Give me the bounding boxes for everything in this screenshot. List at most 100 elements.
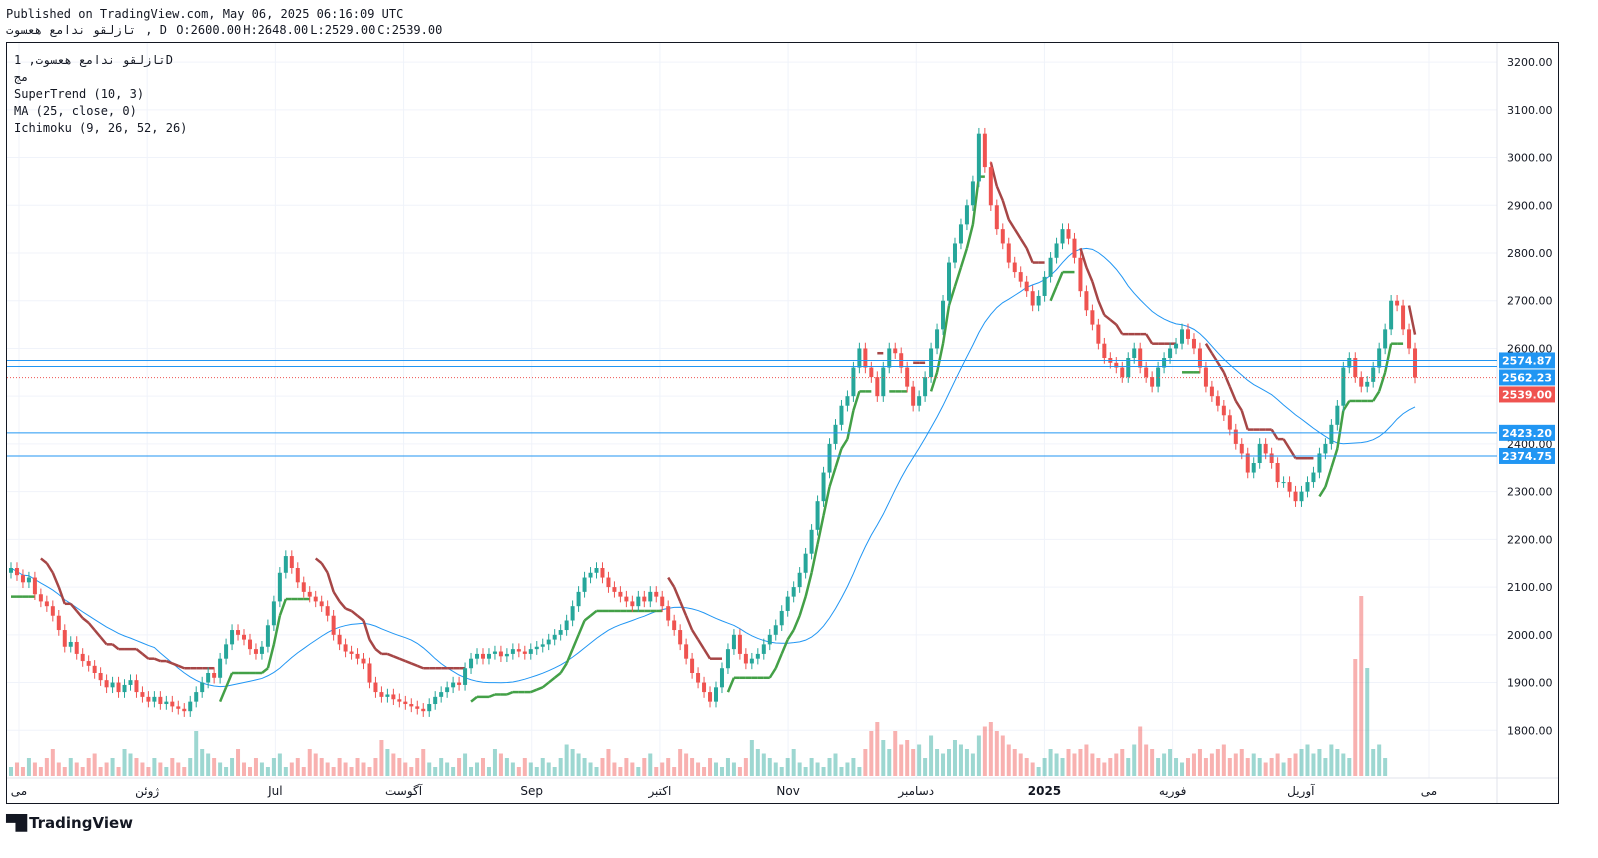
candle-body	[564, 620, 569, 631]
candle-body	[684, 644, 689, 659]
tradingview-logo[interactable]: ▀█ TradingView	[6, 814, 133, 832]
volume-bar	[1030, 762, 1035, 776]
volume-bar	[307, 749, 312, 776]
legend-indicator-supertrend[interactable]: SuperTrend (10, 3)	[14, 86, 187, 103]
candle-body	[259, 646, 264, 654]
volume-bar	[899, 744, 904, 776]
supertrend-segment	[1013, 228, 1022, 240]
volume-bar	[1323, 758, 1328, 776]
candle-body	[200, 682, 205, 693]
volume-bar	[845, 762, 850, 776]
y-tick-label: 3100.00	[1507, 104, 1553, 117]
supertrend-segment	[541, 681, 550, 689]
supertrend-segment	[774, 653, 783, 669]
candle-body	[98, 673, 103, 681]
volume-bar	[869, 731, 874, 776]
candle-body	[1377, 348, 1382, 368]
candle-body	[158, 696, 163, 705]
candle-body	[463, 668, 468, 685]
volume-bar	[666, 758, 671, 776]
volume-bar	[212, 758, 217, 776]
candle-body	[164, 701, 169, 705]
volume-bar	[540, 758, 545, 776]
volume-bar	[1006, 744, 1011, 776]
volume-bar	[941, 753, 946, 776]
price-label-text: 2562.23	[1502, 371, 1552, 384]
volume-bar	[582, 758, 587, 776]
volume-bar	[158, 762, 163, 776]
y-tick-label: 2300.00	[1507, 486, 1553, 499]
volume-bar	[140, 762, 145, 776]
supertrend-segment	[959, 247, 969, 268]
chart-frame[interactable]: می ژوئن Jul آگوست Sep اکتبر Nov دسامبر 2025 فوریه…	[6, 42, 1559, 804]
candle-body	[62, 630, 67, 647]
volume-bar	[504, 758, 509, 776]
volume-bar	[152, 758, 157, 776]
candle-body	[516, 649, 521, 652]
legend-indicator-ichimoku[interactable]: Ichimoku (9, 26, 52, 26)	[14, 120, 187, 137]
y-tick-label: 2700.00	[1507, 295, 1553, 308]
volume-bar	[1048, 749, 1053, 776]
ma-line	[10, 247, 1416, 688]
candle-body	[528, 649, 533, 654]
candle-body	[1305, 482, 1310, 492]
candle-body	[218, 658, 223, 678]
candle-body	[594, 568, 599, 573]
candle-body	[1209, 386, 1214, 397]
volume-bar	[911, 749, 916, 776]
volume-bar	[86, 758, 91, 776]
candle-body	[803, 553, 808, 573]
candle-body	[421, 708, 426, 712]
volume-bar	[1108, 758, 1113, 776]
volume-bar	[104, 762, 109, 776]
candle-body	[457, 682, 462, 685]
volume-bar	[1281, 762, 1286, 776]
volume-bar	[809, 758, 814, 776]
x-tick-label: می	[11, 784, 27, 798]
candle-body	[110, 682, 115, 688]
candle-body	[56, 615, 61, 631]
candle-body	[1030, 291, 1035, 306]
volume-bar	[702, 767, 707, 776]
volume-bar	[44, 758, 49, 776]
volume-bar	[797, 762, 802, 776]
volume-bar	[875, 722, 880, 776]
volume-bar	[1084, 744, 1089, 776]
volume-bar	[14, 762, 19, 776]
open-value: O:2600.00	[176, 23, 242, 37]
volume-bar	[1168, 749, 1173, 776]
candle-body	[588, 572, 593, 578]
candle-body	[475, 653, 480, 659]
volume-bar	[32, 762, 37, 776]
candle-body	[791, 587, 796, 597]
candle-body	[236, 630, 241, 635]
candle-body	[1365, 381, 1370, 387]
candle-body	[714, 687, 718, 702]
x-tick-label: Sep	[520, 784, 543, 798]
chart-canvas[interactable]: می ژوئن Jul آگوست Sep اکتبر Nov دسامبر 2025 فوریه…	[7, 43, 1558, 803]
supertrend-segment	[547, 676, 556, 684]
legend-title[interactable]: تازلقو ندامع هعسوت, 1D	[14, 52, 187, 69]
volume-bar	[194, 731, 199, 776]
volume-bar	[564, 744, 569, 776]
y-tick-label: 3000.00	[1507, 152, 1553, 165]
volume-bar	[737, 767, 742, 776]
supertrend-segment	[326, 572, 335, 593]
y-tick-label: 2000.00	[1507, 629, 1553, 642]
candle-body	[1102, 343, 1107, 358]
volume-bar	[833, 753, 838, 776]
candle-body	[445, 687, 450, 693]
volume-bar	[337, 758, 342, 776]
volume-bar	[1293, 753, 1298, 776]
candle-body	[44, 601, 49, 607]
x-tick-label: فوریه	[1159, 784, 1187, 799]
volume-bar	[1305, 744, 1310, 776]
volume-bar	[283, 767, 288, 776]
legend-indicator-ma[interactable]: MA (25, close, 0)	[14, 103, 187, 120]
candle-body	[271, 601, 276, 626]
supertrend-segment	[1240, 410, 1249, 430]
candle-body	[809, 529, 814, 554]
supertrend-segment	[678, 600, 688, 617]
candle-body	[1257, 443, 1262, 463]
candle-body	[552, 634, 557, 640]
